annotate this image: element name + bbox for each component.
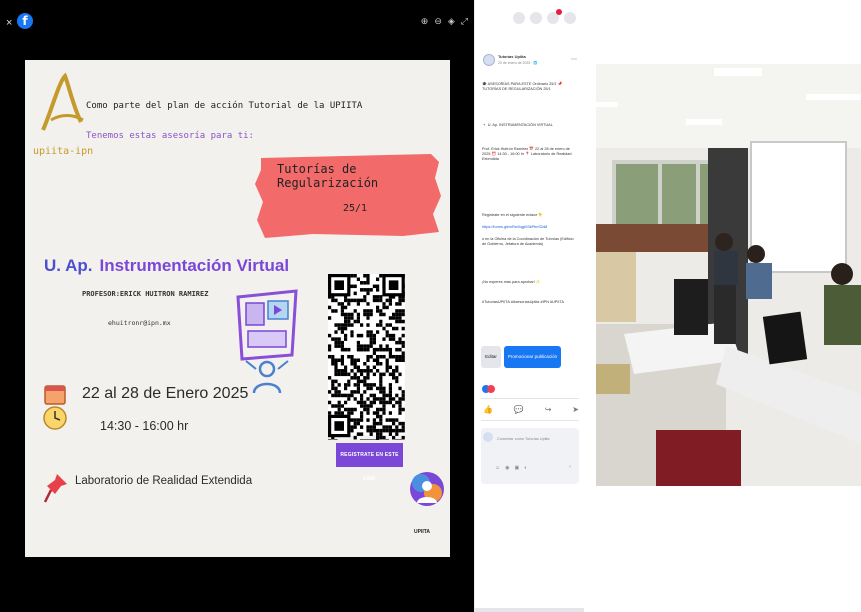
tag-icon[interactable]: ◈ (448, 16, 455, 27)
post-text-details: Prof. Erick Huitrón Ramírez 📅 22 al 28 d… (482, 147, 572, 161)
post-text-office: o en la Oficina de la Coordinación de Tu… (482, 237, 574, 246)
page-avatar[interactable] (483, 54, 495, 66)
badge-label: UPIITA (414, 529, 431, 535)
camera-icon[interactable]: ◉ (505, 465, 509, 471)
zoom-out-icon[interactable]: ⊖ (434, 16, 442, 27)
facebook-logo-icon[interactable]: f (17, 13, 33, 29)
pushpin-icon (43, 474, 67, 503)
profile-avatar[interactable] (564, 12, 576, 24)
love-reaction-icon[interactable] (487, 385, 495, 393)
emoji-icon[interactable]: ☺ (495, 465, 500, 471)
event-date: 22 al 28 de Enero 2025 (82, 385, 249, 402)
event-poster: upiita-ipn Como parte del plan de acción… (25, 60, 450, 557)
teacher-email: ehuitronr@ipn.mx (108, 319, 171, 327)
calendar-clock-icon (43, 385, 67, 430)
comment-input[interactable]: Comentar como Tutorías Upiita (497, 437, 550, 441)
subject-title: U. Ap. Instrumentación Virtual (44, 256, 289, 276)
poster-intro: Como parte del plan de acción Tutorial d… (86, 101, 363, 111)
divider (481, 420, 579, 421)
top-nav-icons (513, 9, 576, 24)
commenter-avatar (483, 432, 493, 442)
logo-text: upiita-ipn (33, 146, 94, 157)
zoom-in-icon[interactable]: ⊕ (421, 16, 429, 27)
subject-name: Instrumentación Virtual (99, 256, 290, 275)
banner-period: 25/1 (343, 203, 368, 214)
gif-icon[interactable]: ▣ (514, 465, 519, 471)
post-text-subject: 🔹 U. Ap. INSTRUMENTACIÓN VIRTUAL (482, 123, 553, 127)
divider (481, 398, 579, 399)
send-icon[interactable]: ➤ (572, 405, 579, 414)
virtual-instrument-illustration-icon (236, 289, 298, 394)
photo-viewer: × f ⊕ ⊖ ◈ ⤢ upiita-ipn Como parte del pl… (0, 0, 474, 612)
send-comment-icon[interactable]: › (569, 464, 571, 470)
viewer-toolbar: ⊕ ⊖ ◈ ⤢ (421, 16, 468, 27)
subject-prefix: U. Ap. (44, 256, 93, 275)
share-icon[interactable]: ↪ (545, 405, 552, 414)
sidebar-scrollbar[interactable] (474, 608, 584, 612)
upiita-logo-icon (41, 72, 84, 131)
teacher-name: PROFESOR:ERICK HUITRON RAMIREZ (82, 290, 209, 298)
edit-button[interactable]: Editar (481, 346, 501, 368)
post-hashtags[interactable]: #TutoríasUPIITA #AsesoríasUpiita #IPN #U… (482, 300, 578, 305)
banner-title: Tutorías de Regularización (277, 162, 379, 190)
qr-code[interactable] (328, 270, 408, 440)
menu-icon[interactable] (513, 12, 525, 24)
post-actions: 👍 💬 ↪ ➤ (483, 405, 579, 414)
promote-post-button[interactable]: Promocionar publicación (504, 346, 561, 368)
lab-photo (596, 64, 861, 486)
post-sidebar: Tutorías Upiita 20 de enero de 2025 · 🌐 … (474, 0, 584, 612)
comment-icon[interactable]: 💬 (514, 405, 524, 414)
page-name[interactable]: Tutorías Upiita (498, 54, 526, 59)
post-text-register: Regístrate en el siguiente enlace 👇 (482, 213, 544, 217)
close-icon[interactable]: × (6, 17, 12, 29)
event-location: Laboratorio de Realidad Extendida (75, 475, 253, 487)
messenger-icon[interactable] (530, 12, 542, 24)
event-time: 14:30 - 16:00 hr (100, 419, 189, 433)
notifications-icon[interactable] (547, 9, 562, 24)
comment-tools: ☺ ◉ ▣ ◐ (495, 465, 527, 471)
post-text-intro: 🎓 ASESORÍAS PARA ESTE Ordinario 25/1 📌 T… (482, 82, 563, 91)
poster-subintro: Tenemos estas asesoría para ti: (86, 131, 254, 141)
sticker-icon[interactable]: ◐ (524, 465, 527, 471)
like-icon[interactable]: 👍 (483, 405, 493, 414)
notification-dot (556, 9, 562, 15)
more-options-icon[interactable]: ⋯ (571, 56, 577, 63)
post-meta[interactable]: 20 de enero de 2025 · 🌐 (498, 61, 538, 65)
register-link-button[interactable]: REGISTRATE EN ESTE LINK (336, 443, 403, 482)
post-text-closing: ¡No esperes más para aprobar! ✨ (482, 280, 541, 284)
fullscreen-icon[interactable]: ⤢ (461, 16, 468, 27)
post-form-link[interactable]: https://forms.gle/nRwXqgM3kPbnS2d8 (482, 225, 578, 230)
